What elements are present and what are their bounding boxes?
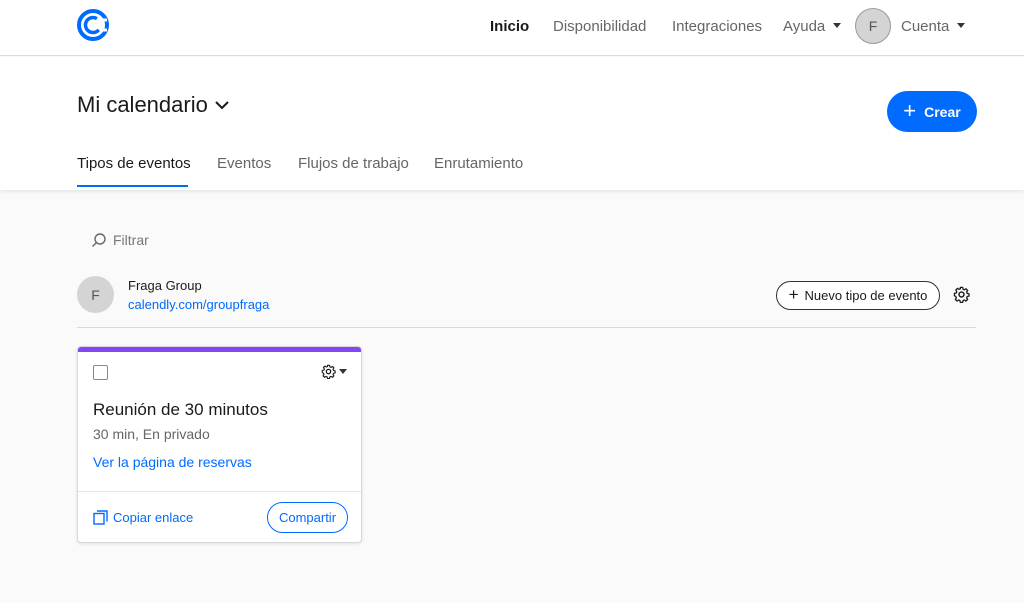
- new-event-type-button[interactable]: + Nuevo tipo de evento: [776, 281, 940, 310]
- nav-disponibilidad[interactable]: Disponibilidad: [553, 18, 646, 35]
- tab-eventos[interactable]: Eventos: [217, 155, 271, 172]
- page-title: Mi calendario: [77, 92, 208, 117]
- tab-enrutamiento[interactable]: Enrutamiento: [434, 155, 523, 172]
- chevron-down-icon: [957, 22, 966, 28]
- booking-page-link[interactable]: Ver la página de reservas: [93, 454, 252, 470]
- card-select-checkbox[interactable]: [93, 365, 108, 380]
- chevron-down-icon: [339, 369, 347, 374]
- new-event-type-label: Nuevo tipo de evento: [804, 288, 928, 303]
- nav-ayuda-label: Ayuda: [783, 18, 826, 35]
- create-button-label: Crear: [924, 103, 961, 120]
- nav-ayuda-dropdown[interactable]: Ayuda: [783, 18, 842, 35]
- group-avatar: F: [77, 276, 114, 313]
- copy-link-button[interactable]: Copiar enlace: [93, 510, 193, 525]
- event-type-card: Reunión de 30 minutos 30 min, En privado…: [77, 346, 362, 543]
- nav-cuenta-label: Cuenta: [901, 18, 950, 35]
- card-settings-dropdown[interactable]: [321, 364, 347, 379]
- group-scheduling-link[interactable]: calendly.com/groupfraga: [128, 297, 269, 312]
- user-avatar-initial: F: [868, 18, 878, 34]
- card-footer-divider: [78, 491, 361, 492]
- calendar-selector[interactable]: Mi calendario: [77, 92, 230, 118]
- copy-link-label: Copiar enlace: [113, 510, 194, 525]
- gear-icon[interactable]: [953, 286, 970, 303]
- nav-integraciones[interactable]: Integraciones: [672, 18, 762, 35]
- group-avatar-initial: F: [91, 286, 100, 303]
- card-color-bar: [78, 347, 361, 352]
- plus-icon: +: [903, 97, 917, 123]
- section-divider: [77, 327, 976, 328]
- filter-placeholder: Filtrar: [113, 232, 149, 248]
- filter-input[interactable]: Filtrar: [91, 232, 149, 248]
- page-header: Mi calendario + Crear Tipos de eventos E…: [0, 57, 1024, 190]
- event-type-title: Reunión de 30 minutos: [93, 400, 268, 419]
- chevron-down-icon: [833, 22, 842, 28]
- plus-icon: +: [788, 285, 799, 304]
- create-button[interactable]: + Crear: [887, 91, 977, 132]
- tab-tipos-de-eventos[interactable]: Tipos de eventos: [77, 155, 191, 172]
- tab-flujos-de-trabajo[interactable]: Flujos de trabajo: [298, 155, 409, 172]
- share-button[interactable]: Compartir: [267, 502, 348, 533]
- user-avatar[interactable]: F: [855, 8, 891, 44]
- copy-icon: [93, 510, 108, 525]
- active-tab-indicator: [77, 185, 188, 187]
- nav-cuenta-dropdown[interactable]: Cuenta: [901, 18, 966, 35]
- nav-inicio[interactable]: Inicio: [490, 18, 529, 35]
- calendly-logo-icon[interactable]: [76, 8, 110, 42]
- share-button-label: Compartir: [278, 510, 337, 525]
- search-icon: [92, 233, 106, 247]
- top-navbar: Inicio Disponibilidad Integraciones Ayud…: [0, 0, 1024, 56]
- gear-icon: [321, 364, 336, 379]
- chevron-down-icon: [215, 101, 229, 110]
- group-name: Fraga Group: [128, 278, 202, 293]
- event-type-meta: 30 min, En privado: [93, 426, 210, 442]
